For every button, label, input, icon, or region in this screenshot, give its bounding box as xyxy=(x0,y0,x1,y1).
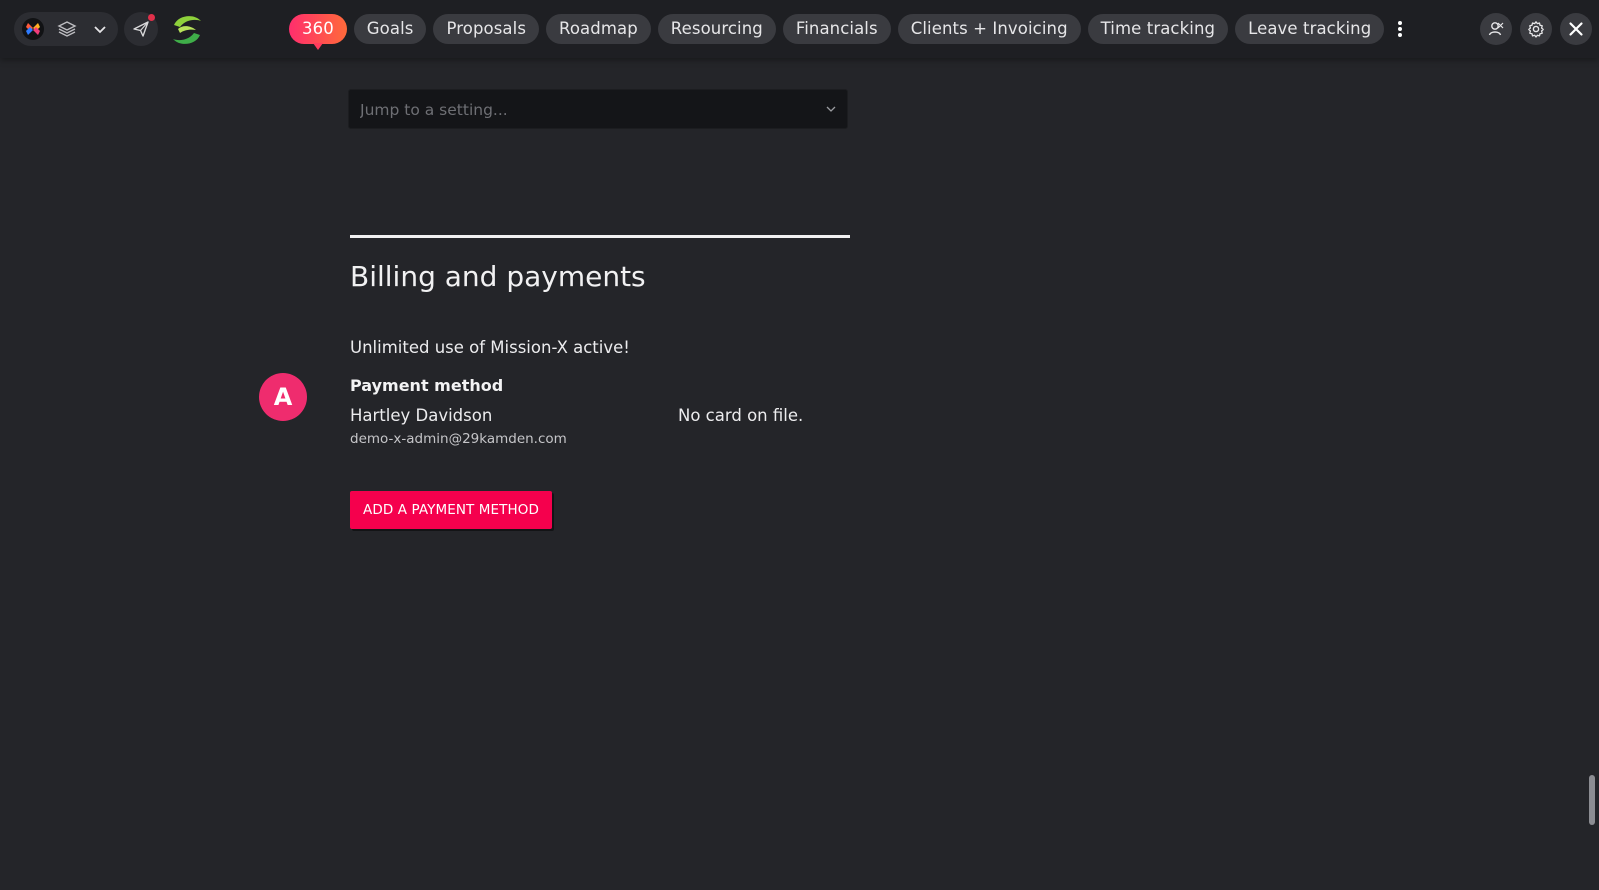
close-icon xyxy=(1569,22,1583,36)
subscription-status: Unlimited use of Mission-X active! xyxy=(350,338,630,357)
account-holder-name: Hartley Davidson xyxy=(350,406,493,425)
tab-time-tracking[interactable]: Time tracking xyxy=(1087,14,1229,44)
top-navigation-bar: 360 Goals Proposals Roadmap Resourcing F… xyxy=(0,0,1599,58)
send-button[interactable] xyxy=(124,12,158,46)
close-button[interactable] xyxy=(1560,13,1592,45)
jump-to-setting-input[interactable] xyxy=(358,90,802,130)
avatar: A xyxy=(259,373,307,421)
layers-icon[interactable] xyxy=(56,19,78,39)
tab-proposals[interactable]: Proposals xyxy=(433,14,540,44)
scrollbar-thumb[interactable] xyxy=(1589,775,1595,825)
tab-financials[interactable]: Financials xyxy=(782,14,891,44)
brand-logo-icon[interactable] xyxy=(168,11,206,49)
notification-dot xyxy=(148,14,155,21)
tab-resourcing[interactable]: Resourcing xyxy=(657,14,776,44)
tab-roadmap[interactable]: Roadmap xyxy=(546,14,651,44)
section-title: Billing and payments xyxy=(350,260,646,293)
tab-leave-tracking[interactable]: Leave tracking xyxy=(1235,14,1385,44)
main-tabs: 360 Goals Proposals Roadmap Resourcing F… xyxy=(289,14,1409,50)
chevron-down-icon[interactable] xyxy=(92,21,108,37)
tab-360[interactable]: 360 xyxy=(289,14,347,50)
send-icon xyxy=(133,21,149,37)
chevron-down-icon[interactable] xyxy=(825,103,837,115)
section-divider xyxy=(350,235,850,238)
gear-icon xyxy=(1528,21,1544,38)
mission-x-logo-icon[interactable] xyxy=(22,18,44,40)
more-vertical-icon[interactable] xyxy=(1391,14,1409,44)
user-switch-icon xyxy=(1488,22,1504,36)
card-status: No card on file. xyxy=(678,406,804,425)
tab-goals[interactable]: Goals xyxy=(353,14,427,44)
account-holder-email: demo-x-admin@29kamden.com xyxy=(350,431,567,447)
user-switch-button[interactable] xyxy=(1480,13,1512,45)
workspace-switcher[interactable] xyxy=(14,12,118,46)
jump-to-setting-select[interactable] xyxy=(348,89,848,130)
payment-method-label: Payment method xyxy=(350,376,504,395)
tab-clients-invoicing[interactable]: Clients + Invoicing xyxy=(897,14,1081,44)
add-payment-method-button[interactable]: ADD A PAYMENT METHOD xyxy=(350,491,552,529)
settings-button[interactable] xyxy=(1520,13,1552,45)
